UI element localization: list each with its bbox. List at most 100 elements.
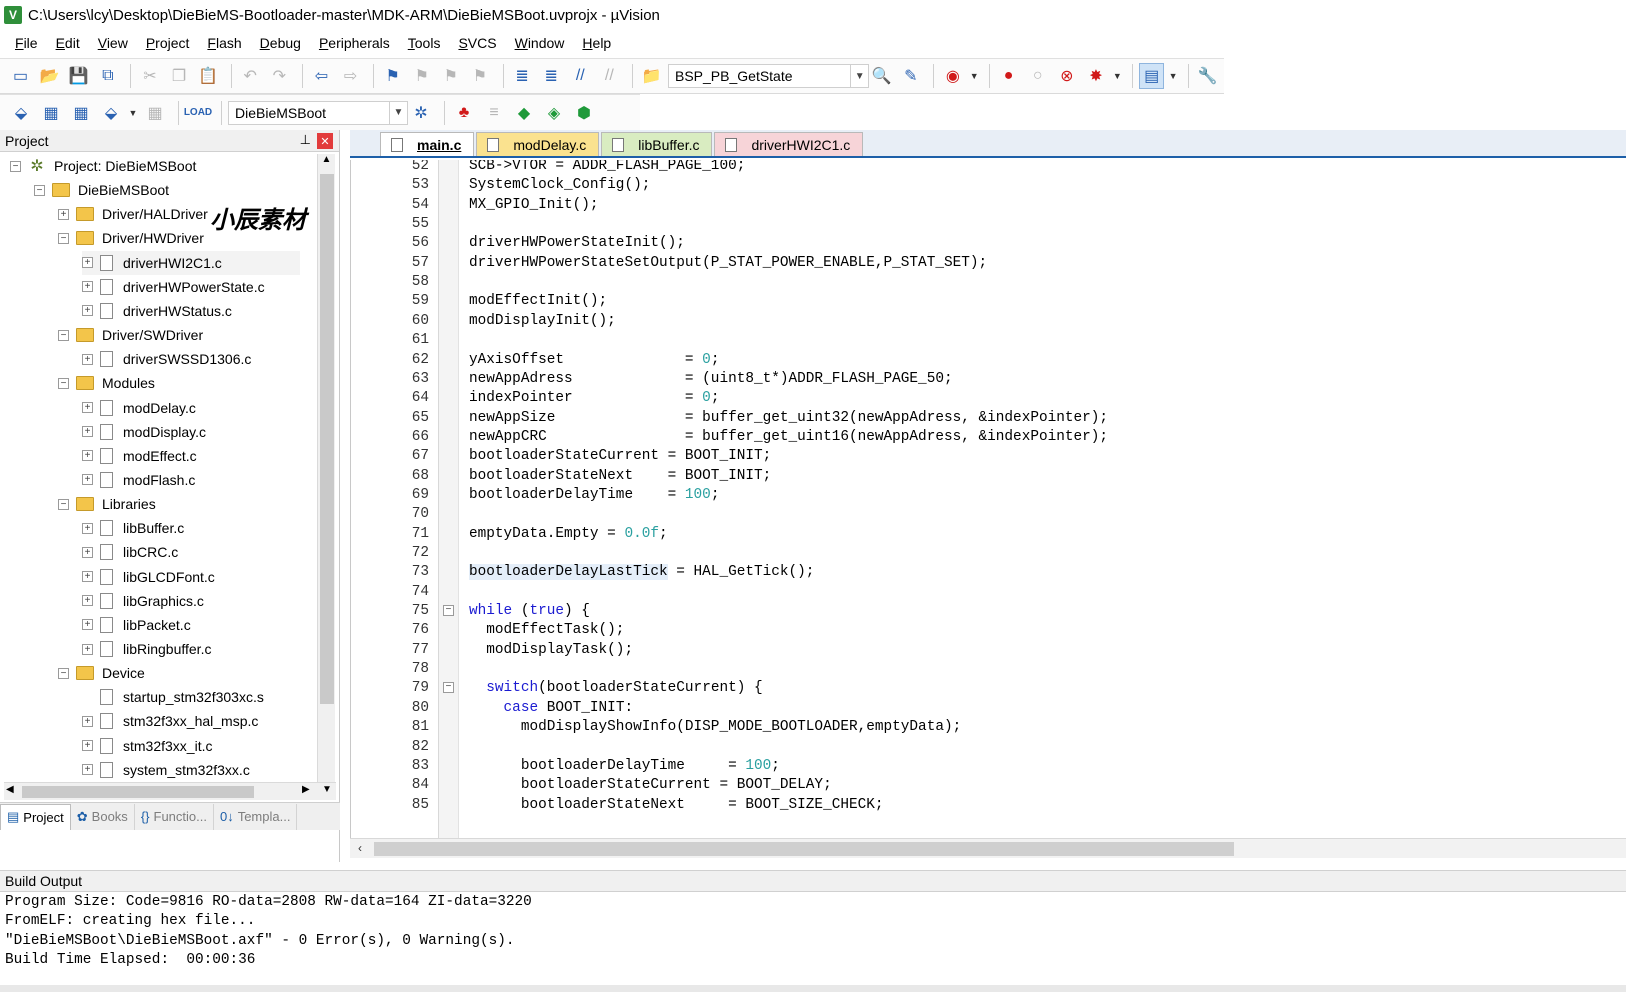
tree-item-folder[interactable]: − Driver/SWDriver — [58, 323, 203, 347]
expand-icon[interactable]: + — [82, 426, 93, 438]
tree-item-target[interactable]: − DieBieMSBoot — [34, 178, 169, 202]
expand-icon[interactable]: + — [82, 474, 93, 486]
code-line[interactable]: 60 modDisplayInit(); — [351, 311, 1626, 331]
fold-collapse-icon[interactable]: − — [443, 682, 454, 694]
code-line[interactable]: 54 MX_GPIO_Init(); — [351, 195, 1626, 215]
expand-icon[interactable]: + — [82, 595, 93, 607]
expand-icon[interactable]: + — [82, 450, 93, 462]
code-line[interactable]: 80 case BOOT_INIT: — [351, 698, 1626, 718]
expand-icon[interactable]: + — [82, 305, 93, 317]
scroll-thumb[interactable] — [320, 174, 334, 704]
code-line[interactable]: 56 driverHWPowerStateInit(); — [351, 233, 1626, 253]
collapse-icon[interactable]: − — [58, 377, 69, 389]
menu-tools[interactable]: Tools — [399, 35, 450, 51]
code-line[interactable]: 75 − while (true) { — [351, 601, 1626, 621]
uncomment-icon[interactable]: // — [597, 63, 622, 89]
expand-icon[interactable]: + — [82, 281, 93, 293]
code-line[interactable]: 64 indexPointer = 0; — [351, 388, 1626, 408]
bookmark-icon[interactable]: ⚑ — [380, 63, 405, 89]
chevron-down-icon[interactable]: ▼ — [389, 101, 407, 124]
tree-item-file[interactable]: + system_stm32f3xx.c — [82, 758, 250, 782]
code-line[interactable]: 72 — [351, 543, 1626, 563]
tree-item-folder[interactable]: − Modules — [58, 371, 155, 395]
pane-tab-functions[interactable]: {} Functio... — [135, 803, 214, 830]
code-line[interactable]: 59 modEffectInit(); — [351, 291, 1626, 311]
tree-item-project[interactable]: − ✲ Project: DieBieMSBoot — [10, 154, 196, 178]
save-icon[interactable]: 💾 — [66, 63, 91, 89]
build-output-body[interactable]: Program Size: Code=9816 RO-data=2808 RW-… — [0, 893, 1626, 985]
code-line[interactable]: 68 bootloaderStateNext = BOOT_INIT; — [351, 466, 1626, 486]
code-line[interactable]: 62 yAxisOffset = 0; — [351, 350, 1626, 370]
kill-breakpoints-icon[interactable]: ✸ — [1083, 63, 1108, 89]
manage-components-icon[interactable]: ⬢ — [571, 100, 597, 126]
scroll-left-icon[interactable]: ◀ — [6, 784, 14, 795]
tree-item-file[interactable]: + modDelay.c — [82, 396, 196, 420]
new-file-icon[interactable]: ▭ — [8, 63, 33, 89]
menu-file[interactable]: File — [6, 35, 47, 51]
scroll-right-icon[interactable]: ▶ — [302, 784, 310, 795]
save-all-icon[interactable]: ⧉ — [95, 63, 120, 89]
expand-icon[interactable]: + — [82, 764, 93, 776]
tree-item-folder[interactable]: − Device — [58, 661, 145, 685]
code-line[interactable]: 57 driverHWPowerStateSetOutput(P_STAT_POW… — [351, 253, 1626, 273]
code-line[interactable]: 77 modDisplayTask(); — [351, 640, 1626, 660]
redo-icon[interactable]: ↷ — [267, 63, 292, 89]
chevron-down-icon[interactable]: ▼ — [850, 65, 868, 87]
code-line[interactable]: 84 bootloaderStateCurrent = BOOT_DELAY; — [351, 775, 1626, 795]
copy-icon[interactable]: ❐ — [167, 63, 192, 89]
tree-item-file[interactable]: + libRingbuffer.c — [82, 637, 211, 661]
expand-icon[interactable]: + — [82, 402, 93, 413]
tree-horizontal-scrollbar[interactable]: ◀ ▶ ▼ — [4, 782, 336, 800]
collapse-icon[interactable]: − — [34, 184, 45, 196]
code-line[interactable]: 79 − switch(bootloaderStateCurrent) { — [351, 678, 1626, 698]
collapse-icon[interactable]: − — [58, 667, 69, 679]
code-line[interactable]: 82 — [351, 737, 1626, 757]
pane-tab-project[interactable]: ▤ Project — [0, 803, 71, 830]
tree-item-file[interactable]: startup_stm32f303xc.s — [82, 685, 264, 709]
configure-icon[interactable]: 🔧 — [1195, 63, 1220, 89]
indent-icon[interactable]: ≣ — [509, 63, 534, 89]
pane-tab-books[interactable]: ✿ Books — [71, 803, 135, 830]
code-line[interactable]: 83 bootloaderDelayTime = 100; — [351, 756, 1626, 776]
tree-item-file[interactable]: + modEffect.c — [82, 444, 197, 468]
collapse-icon[interactable]: − — [58, 498, 69, 510]
tree-item-file[interactable]: + driverHWI2C1.c — [82, 250, 300, 275]
tree-item-file[interactable]: + modFlash.c — [82, 468, 195, 492]
cut-icon[interactable]: ✂ — [137, 63, 162, 89]
batch-build-dropdown-icon[interactable]: ▼ — [128, 100, 138, 126]
menu-edit[interactable]: Edit — [47, 35, 89, 51]
comment-icon[interactable]: // — [568, 63, 593, 89]
tree-item-file[interactable]: + libGraphics.c — [82, 589, 204, 613]
scroll-up-icon[interactable]: ▲ — [318, 154, 335, 172]
collapse-icon[interactable]: − — [58, 329, 69, 341]
tree-item-file[interactable]: + driverHWStatus.c — [82, 299, 232, 323]
function-combo[interactable]: BSP_PB_GetState ▼ — [668, 64, 870, 88]
menu-project[interactable]: Project — [137, 35, 199, 51]
menu-help[interactable]: Help — [573, 35, 620, 51]
code-line[interactable]: 76 modEffectTask(); — [351, 620, 1626, 640]
pane-tab-templates[interactable]: 0↓ Templa... — [214, 803, 298, 830]
menu-svcs[interactable]: SVCS — [449, 35, 505, 51]
tree-item-folder[interactable]: + Driver/HALDriver — [58, 202, 208, 226]
window-layout-icon[interactable]: ▤ — [1139, 63, 1165, 89]
expand-icon[interactable]: + — [82, 643, 93, 655]
paste-icon[interactable]: 📋 — [196, 63, 221, 89]
code-line[interactable]: 74 — [351, 582, 1626, 602]
rebuild-icon[interactable]: ▦ — [68, 100, 94, 126]
manage-project-items-icon[interactable]: ♣ — [451, 100, 477, 126]
find-in-files-icon[interactable]: 📁 — [639, 63, 664, 89]
code-line[interactable]: 69 bootloaderDelayTime = 100; — [351, 485, 1626, 505]
undo-icon[interactable]: ↶ — [238, 63, 263, 89]
target-options-icon[interactable]: ✲ — [408, 100, 434, 126]
code-line[interactable]: 55 — [351, 214, 1626, 234]
tree-item-folder[interactable]: − Driver/HWDriver — [58, 226, 204, 250]
code-line[interactable]: 73 bootloaderDelayLastTick = HAL_GetTick(… — [351, 562, 1626, 582]
editor-horizontal-scrollbar[interactable]: ‹ — [350, 838, 1626, 858]
scroll-down-icon[interactable]: ▼ — [322, 784, 332, 795]
collapse-icon[interactable]: − — [58, 232, 69, 244]
select-packs-icon[interactable]: ≡ — [481, 100, 507, 126]
clear-bookmarks-icon[interactable]: ⚑ — [467, 63, 492, 89]
close-icon[interactable]: ✕ — [317, 133, 333, 149]
find-icon[interactable]: 🔍 — [869, 63, 894, 89]
expand-icon[interactable]: + — [82, 546, 93, 558]
